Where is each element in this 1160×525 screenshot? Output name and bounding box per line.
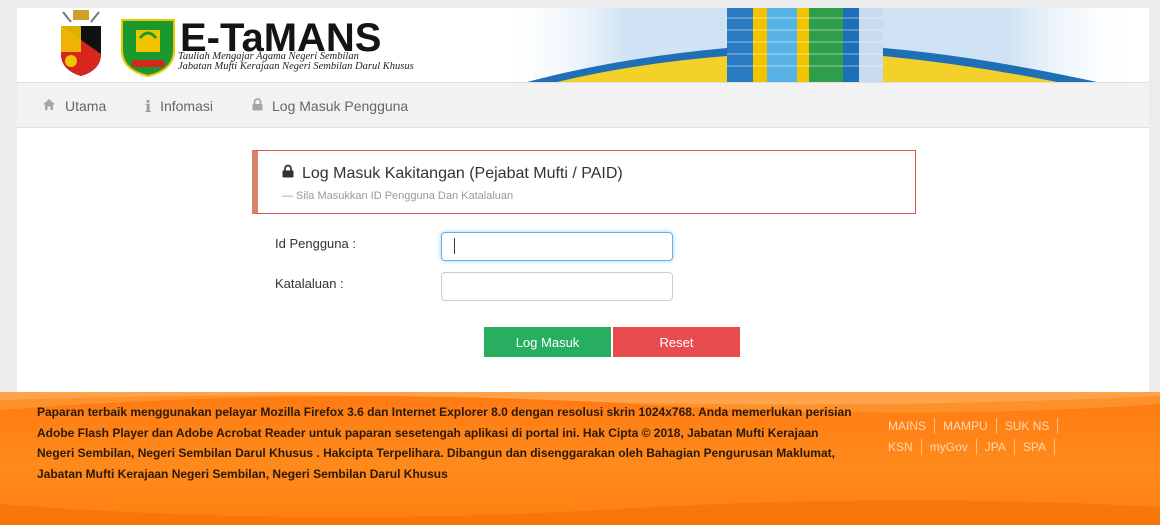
login-panel-subtitle: — Sila Masukkan ID Pengguna Dan Katalalu… — [282, 190, 514, 202]
lock-icon — [282, 164, 294, 183]
login-panel-title: Log Masuk Kakitangan (Pejabat Mufti / PA… — [282, 164, 623, 183]
nav-item-utama[interactable]: Utama — [42, 83, 106, 129]
footer-link-ksn[interactable]: KSN — [880, 438, 922, 455]
username-label: Id Pengguna : — [275, 236, 356, 251]
brand-subtitle: Tauliah Mengajar Agama Negeri Sembilan J… — [178, 51, 414, 72]
footer-link-mygov[interactable]: myGov — [922, 438, 977, 455]
password-input[interactable] — [441, 272, 673, 301]
main-navigation: Utama ℹ Infomasi Log Masuk Pengguna — [17, 82, 1149, 128]
reset-button[interactable]: Reset — [613, 327, 740, 357]
password-label: Katalaluan : — [275, 276, 344, 291]
username-input[interactable] — [441, 232, 673, 261]
footer-link-suk-ns[interactable]: SUK NS — [997, 417, 1059, 434]
lock-icon — [252, 98, 263, 114]
footer-links: MAINS MAMPU SUK NS KSN myGov JPA SPA — [880, 415, 1120, 457]
site-footer: Paparan terbaik menggunakan pelayar Mozi… — [0, 392, 1160, 525]
info-icon: ℹ — [145, 96, 152, 116]
login-panel-header: Log Masuk Kakitangan (Pejabat Mufti / PA… — [252, 150, 916, 214]
site-header: E-TaMANS Tauliah Mengajar Agama Negeri S… — [17, 8, 1149, 82]
login-button[interactable]: Log Masuk — [484, 327, 611, 357]
nav-item-infomasi[interactable]: ℹ Infomasi — [145, 83, 213, 129]
nav-label-utama: Utama — [65, 98, 107, 114]
footer-link-jpa[interactable]: JPA — [977, 438, 1015, 455]
footer-link-mampu[interactable]: MAMPU — [935, 417, 997, 434]
nav-label-infomasi: Infomasi — [160, 98, 213, 114]
nav-item-log-masuk-pengguna[interactable]: Log Masuk Pengguna — [252, 83, 408, 129]
footer-links-row1: MAINS MAMPU SUK NS — [880, 415, 1120, 436]
home-icon — [42, 98, 56, 114]
state-crest-logo — [61, 10, 101, 76]
footer-link-mains[interactable]: MAINS — [880, 417, 936, 434]
footer-disclaimer-text: Paparan terbaik menggunakan pelayar Mozi… — [37, 405, 852, 481]
footer-links-row2: KSN myGov JPA SPA — [880, 436, 1120, 457]
department-crest-logo — [121, 19, 175, 78]
nav-label-log-masuk: Log Masuk Pengguna — [272, 98, 409, 114]
login-title-text: Log Masuk Kakitangan (Pejabat Mufti / PA… — [302, 164, 623, 182]
building-banner-image — [497, 8, 1137, 82]
brand-subtitle-line2: Jabatan Mufti Kerajaan Negeri Sembilan D… — [178, 61, 414, 72]
text-caret — [454, 238, 455, 254]
footer-link-spa[interactable]: SPA — [1015, 438, 1055, 455]
